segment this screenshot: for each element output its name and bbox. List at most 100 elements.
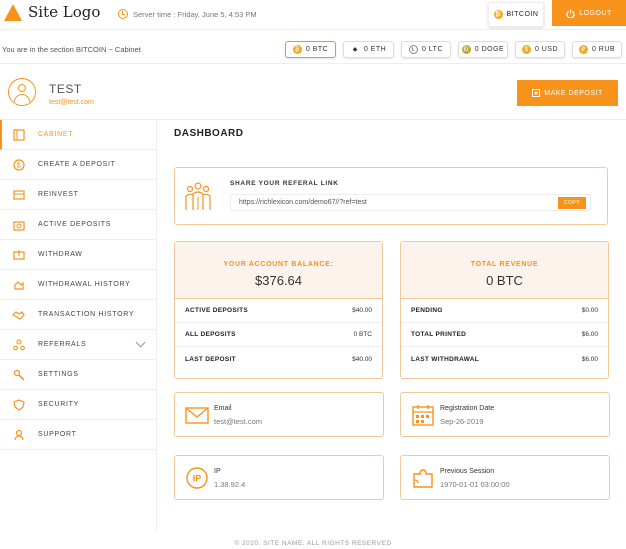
copy-button[interactable]: COPY — [558, 197, 586, 209]
row-value: $40.00 — [352, 355, 372, 363]
row-value: $40.00 — [352, 307, 372, 314]
sidebar-item-label: WITHDRAWAL HISTORY — [38, 281, 131, 288]
sidebar-item-referrals[interactable]: REFERRALS — [0, 330, 156, 360]
puzzle-icon — [413, 469, 433, 488]
row-value: $6.00 — [581, 355, 598, 363]
referral-title: SHARE YOUR REFERAL LINK — [230, 180, 339, 187]
registration-value: Sep-26-2019 — [440, 417, 484, 426]
shield-icon — [12, 398, 25, 411]
withdrawal-history-icon — [12, 278, 25, 291]
power-icon — [566, 8, 575, 18]
ip-card: IP IP 1.38.92.4 — [174, 455, 384, 500]
breadcrumb-prefix: You are in the section — [2, 45, 76, 54]
sidebar-item-reinvest[interactable]: REINVEST — [0, 180, 156, 210]
referral-card: SHARE YOUR REFERAL LINK https://richlexi… — [174, 167, 608, 225]
ip-label: IP — [214, 468, 221, 475]
currency-label: 0 LTC — [421, 46, 444, 53]
row-key: LAST DEPOSIT — [185, 355, 236, 363]
registration-label: Registration Date — [440, 405, 495, 412]
session-value: 1970-01-01 03:00:00 — [440, 480, 510, 489]
revenue-row: LAST WITHDRAWAL $6.00 — [401, 347, 608, 371]
handshake-icon — [12, 308, 25, 321]
bitcoin-icon: ₿ — [292, 45, 302, 54]
balance-value: $376.64 — [255, 273, 302, 288]
breadcrumb: You are in the section BITCOIN ~ Cabinet — [2, 45, 141, 54]
currency-eth[interactable]: ◆ 0 ETH — [343, 41, 394, 58]
row-value: $0.00 — [581, 307, 598, 314]
site-logo[interactable]: Site Logo — [4, 3, 100, 21]
sidebar-item-label: CABINET — [38, 131, 74, 138]
team-icon — [185, 182, 211, 210]
bitcoin-currency-label: BITCOIN — [506, 11, 539, 18]
withdraw-icon — [12, 248, 25, 261]
row-value: 0 BTC — [353, 331, 372, 338]
email-card: Email test@test.com — [174, 392, 384, 437]
currency-list: ₿ 0 BTC ◆ 0 ETH Ł 0 LTC Ð 0 DOGE $ 0 USD… — [285, 41, 626, 58]
currency-btc[interactable]: ₿ 0 BTC — [285, 41, 336, 58]
litecoin-icon: Ł — [408, 45, 418, 54]
currency-ltc[interactable]: Ł 0 LTC — [401, 41, 451, 58]
referral-link-input[interactable]: https://richlexicon.com/demo67//?ref=tes… — [230, 194, 591, 211]
logo-triangle-icon — [4, 3, 22, 21]
svg-text:IP: IP — [193, 474, 202, 484]
revenue-row: PENDING $0.00 — [401, 299, 608, 323]
ruble-icon: ₽ — [578, 45, 588, 54]
top-bar: Site Logo Server time : Friday, June 5, … — [0, 0, 626, 30]
sidebar-item-active-deposits[interactable]: ACTIVE DEPOSITS — [0, 210, 156, 240]
sidebar-item-create-deposit[interactable]: $ CREATE A DEPOSIT — [0, 150, 156, 180]
dogecoin-icon: Ð — [461, 45, 471, 54]
user-email: test@test.com — [49, 99, 94, 106]
sidebar-item-cabinet[interactable]: CABINET — [0, 120, 156, 150]
support-icon — [12, 428, 25, 441]
user-name: TEST — [49, 82, 82, 96]
revenue-header: TOTAL REVENUE 0 BTC — [401, 242, 608, 299]
currency-label: 0 BTC — [305, 46, 329, 53]
cabinet-icon — [12, 128, 25, 141]
balance-row: ALL DEPOSITS 0 BTC — [175, 323, 382, 347]
sidebar-item-transaction-history[interactable]: TRANSACTION HISTORY — [0, 300, 156, 330]
footer: © 2020. SITE NAME. ALL RIGHTS RESERVED — [234, 540, 392, 547]
row-key: ACTIVE DEPOSITS — [185, 307, 249, 314]
bitcoin-currency-button[interactable]: ₿ BITCOIN — [488, 2, 544, 27]
user-bar: TEST test@test.com MAKE DEPOSIT — [0, 70, 626, 120]
sidebar-item-security[interactable]: SECURITY — [0, 390, 156, 420]
bitcoin-icon: ₿ — [493, 10, 503, 19]
sidebar-item-label: REFERRALS — [38, 341, 87, 348]
row-value: $6.00 — [581, 331, 598, 338]
currency-usd[interactable]: $ 0 USD — [515, 41, 565, 58]
revenue-value: 0 BTC — [486, 273, 523, 288]
balance-label: YOUR ACCOUNT BALANCE: — [223, 261, 334, 268]
avatar — [8, 78, 36, 106]
email-value: test@test.com — [214, 417, 263, 426]
chevron-down-icon[interactable] — [135, 337, 146, 348]
sidebar-item-withdraw[interactable]: WITHDRAW — [0, 240, 156, 270]
sidebar-item-label: CREATE A DEPOSIT — [38, 161, 116, 168]
sidebar-item-support[interactable]: SUPPORT — [0, 420, 156, 450]
row-key: LAST WITHDRAWAL — [411, 355, 480, 363]
balance-header: YOUR ACCOUNT BALANCE: $376.64 — [175, 242, 382, 299]
referral-link-text: https://richlexicon.com/demo67//?ref=tes… — [239, 199, 367, 206]
session-label: Previous Session — [440, 468, 495, 475]
reinvest-icon — [12, 188, 25, 201]
session-card: Previous Session 1970-01-01 03:00:00 — [400, 455, 610, 500]
referrals-icon — [12, 338, 25, 351]
sidebar-item-settings[interactable]: SETTINGS — [0, 360, 156, 390]
sidebar-item-label: REINVEST — [38, 191, 79, 198]
ip-location-icon: IP — [186, 467, 208, 489]
currency-label: 0 USD — [534, 46, 559, 53]
email-label: Email — [214, 405, 232, 412]
logout-button[interactable]: LOGOUT — [552, 0, 626, 26]
sidebar-item-label: SUPPORT — [38, 431, 77, 438]
logo-text: Site Logo — [28, 3, 101, 21]
currency-doge[interactable]: Ð 0 DOGE — [458, 41, 508, 58]
row-key: PENDING — [411, 307, 443, 314]
active-deposits-icon — [12, 218, 25, 231]
sidebar-item-label: TRANSACTION HISTORY — [38, 311, 135, 318]
sidebar-item-withdrawal-history[interactable]: WITHDRAWAL HISTORY — [0, 270, 156, 300]
currency-rub[interactable]: ₽ 0 RUB — [572, 41, 622, 58]
currency-label: 0 DOGE — [474, 46, 505, 53]
create-deposit-icon: $ — [12, 158, 25, 171]
make-deposit-button[interactable]: MAKE DEPOSIT — [517, 80, 618, 106]
row-key: TOTAL PRINTED — [411, 331, 467, 338]
make-deposit-label: MAKE DEPOSIT — [544, 89, 603, 97]
